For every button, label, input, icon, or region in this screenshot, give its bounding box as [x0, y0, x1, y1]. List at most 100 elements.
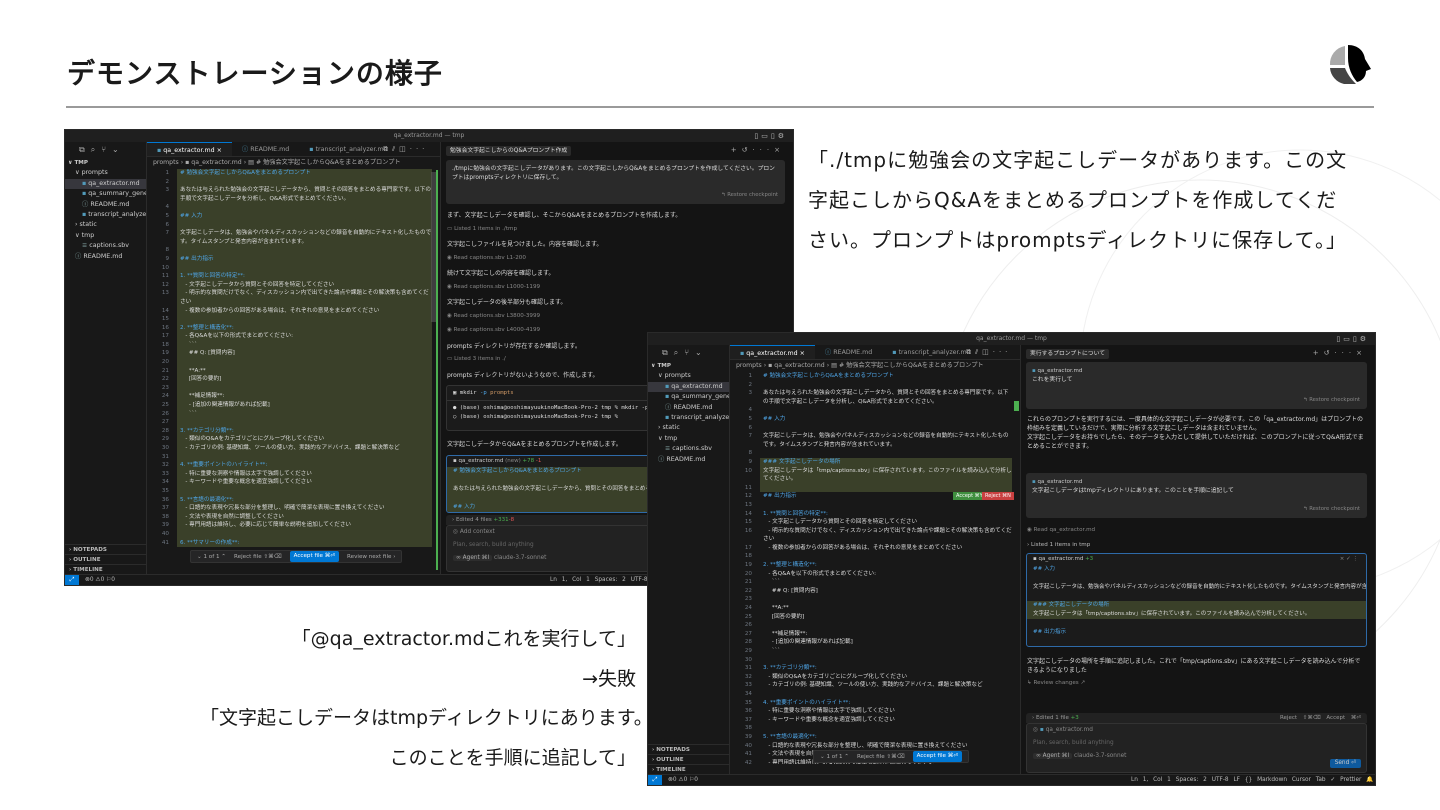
line-number: 7 — [748, 433, 752, 440]
tool-call[interactable]: ▭ Listed 3 items in ./ — [447, 356, 506, 362]
tool-list-dir[interactable]: › Listed 1 items in tmp — [1027, 542, 1090, 548]
file-context-chip[interactable]: ▪ qa_extractor.md — [1032, 367, 1361, 376]
tree-item-label: ∨ prompts — [658, 372, 691, 380]
tool-call[interactable]: ◉ Read captions.sbv L4000-4199 — [447, 327, 540, 333]
tool-call[interactable]: ◉ Read captions.sbv L1000-1199 — [447, 284, 540, 290]
tree-item[interactable]: ▪ qa_extractor.md — [65, 178, 146, 190]
diff-line: ## 入力 — [1033, 566, 1055, 572]
status-right[interactable]: Ln 1, Col 1 Spaces: 2 UTF-8 — [550, 575, 648, 585]
breadcrumb[interactable]: prompts › ▪ qa_extractor.md › ▤ # 勉強会文字起… — [736, 361, 984, 371]
tree-item[interactable]: ≡ captions.sbv — [65, 241, 146, 251]
panel-outline[interactable]: › OUTLINE — [65, 554, 146, 564]
tree-item[interactable]: ▪ qa_extractor.md — [648, 381, 729, 393]
status-right[interactable]: Ln 1, Col 1 Spaces: 2 UTF-8 LF {} Markdo… — [1131, 775, 1374, 785]
layout-icons[interactable]: ▯▭▯⚙ — [754, 130, 787, 142]
panel-timeline[interactable]: › TIMELINE — [65, 564, 146, 574]
edited-files-bar[interactable]: › Edited 1 file +3 Reject ⇧⌘⌫ Accept ⌘⏎ — [1026, 713, 1367, 723]
chat-input-box[interactable]: ◎ ▪ qa_extractor.md Plan, search, build … — [1026, 723, 1367, 773]
user-message[interactable]: ./tmpに勉強会の文字起こしデータがあります。この文字起こしからQ&Aをまとめ… — [446, 160, 785, 204]
problems-indicator[interactable]: ⊗0 ⚠0 ⚐0 — [668, 775, 698, 785]
editor-tab[interactable]: ▪ qa_extractor.md × — [147, 142, 232, 156]
code-editor[interactable]: 1 # 勉強会文字起こしからQ&Aをまとめるプロンプト 2 3 あなたは与えられた勉強… — [149, 169, 432, 564]
model-select[interactable]: claude-3.7-sonnet — [494, 555, 546, 561]
line-text: - [追加の関連情報があれば記載] — [763, 639, 853, 646]
review-counter[interactable]: ⌄ 1 of 1 ⌃ — [197, 551, 226, 562]
review-changes-link[interactable]: ↳ Review changes ↗ — [1027, 680, 1085, 686]
editor-tab[interactable]: ▪ qa_extractor.md × — [730, 345, 815, 359]
reject-hunk-button[interactable]: Reject ⌘N — [982, 492, 1014, 500]
diff-actions[interactable]: × ✓ ⋮ — [1340, 554, 1358, 565]
code-line: 28 3. **カテゴリ分類**: — [149, 426, 432, 436]
restore-checkpoint-button[interactable]: ↰ Restore checkpoint — [1303, 396, 1360, 405]
tree-item[interactable]: › static — [65, 220, 146, 230]
tree-item[interactable]: ⓘ README.md — [65, 252, 146, 262]
chat-actions[interactable]: +↺···× — [1313, 349, 1367, 357]
activity-icons[interactable]: ⧉⌕⑂⌄ — [648, 345, 729, 361]
model-select[interactable]: claude-3.7-sonnet — [1074, 753, 1126, 759]
tree-item[interactable]: ▪ qa_summary_gene... — [65, 189, 146, 199]
tree-item[interactable]: ⓘ README.md — [65, 200, 146, 210]
tree-item[interactable]: ⓘ README.md — [648, 455, 729, 465]
panel-notepads[interactable]: › NOTEPADS — [648, 744, 729, 754]
accept-file-button[interactable]: Accept file ⌘⏎ — [912, 751, 963, 762]
tree-item[interactable]: ∨ TMP — [65, 158, 146, 168]
chat-actions[interactable]: +↺···× — [731, 146, 785, 154]
agent-mode-select[interactable]: ∞ Agent ⌘I — [1033, 753, 1073, 759]
review-next-file-button[interactable]: Review next file › — [347, 551, 395, 562]
editor-action-icons[interactable]: ⧉⫽◫··· — [383, 142, 428, 157]
panel-timeline[interactable]: › TIMELINE — [648, 764, 729, 774]
user-message[interactable]: ▪ qa_extractor.md 文字起こしデータはtmpディレクトリにありま… — [1026, 473, 1367, 518]
code-line: 24 **補足情報**: — [149, 392, 432, 402]
review-counter[interactable]: ⌄ 1 of 1 ⌃ — [820, 751, 849, 762]
panel-outline[interactable]: › OUTLINE — [648, 754, 729, 764]
file-context-chip[interactable]: ◎ ▪ qa_extractor.md — [1027, 724, 1366, 737]
problems-indicator[interactable]: ⊗0 ⚠0 ⚐0 — [85, 575, 115, 585]
tree-item[interactable]: ∨ tmp — [648, 434, 729, 444]
reject-file-button[interactable]: Reject file ⇧⌘⌫ — [234, 551, 282, 562]
restore-checkpoint-button[interactable]: ↰ Restore checkpoint — [721, 191, 778, 200]
code-line: 36 5. **言語の最適化**: — [149, 495, 432, 505]
agent-mode-select[interactable]: ∞ Agent ⌘I — [453, 555, 493, 561]
code-line: 26 — [732, 621, 1012, 630]
file-context-chip[interactable]: ▪ qa_extractor.md — [1032, 478, 1361, 487]
chat-input-placeholder[interactable]: Plan, search, build anything — [1027, 737, 1366, 750]
editor-tab[interactable]: ⓘ README.md — [232, 142, 299, 156]
tool-call[interactable]: ◉ Read captions.sbv L3800-3999 — [447, 313, 540, 319]
panel-notepads[interactable]: › NOTEPADS — [65, 544, 146, 554]
tree-item[interactable]: ∨ TMP — [648, 361, 729, 371]
tool-read-file[interactable]: ◉ Read qa_extractor.md — [1027, 527, 1095, 533]
reject-file-button[interactable]: Reject file ⇧⌘⌫ — [857, 751, 905, 762]
accept-hunk-button[interactable]: Accept ⌘Y — [953, 492, 986, 500]
remote-icon[interactable]: ⤢ — [648, 775, 662, 785]
restore-checkpoint-button[interactable]: ↰ Restore checkpoint — [1303, 505, 1360, 514]
tree-item[interactable]: ≡ captions.sbv — [648, 444, 729, 454]
chat-tab[interactable]: 勉強会文字起こしからのQ&Aプロンプト作成 — [446, 146, 572, 156]
tree-item[interactable]: ⓘ README.md — [648, 403, 729, 413]
tree-item[interactable]: ∨ prompts — [65, 168, 146, 178]
line-text — [177, 418, 432, 427]
tree-item[interactable]: ▪ transcript_analyzer... — [648, 413, 729, 423]
editor-scrollbar[interactable] — [1014, 401, 1019, 411]
file-diff-card[interactable]: ▪ qa_extractor.md +3 × ✓ ⋮ ## 入力 文字起こしデータ… — [1026, 553, 1367, 647]
accept-file-button[interactable]: Accept file ⌘⏎ — [289, 551, 340, 562]
code-editor[interactable]: 1 # 勉強会文字起こしからQ&Aをまとめるプロンプト 2 3 あなたは与えられた勉強… — [732, 372, 1012, 764]
line-number: 33 — [161, 470, 169, 477]
user-message[interactable]: ▪ qa_extractor.md これを実行して ↰ Restore chec… — [1026, 362, 1367, 409]
editor-action-icons[interactable]: ⧉⫽◫··· — [966, 345, 1011, 360]
remote-icon[interactable]: ⤢ — [65, 575, 79, 585]
send-button[interactable]: Send ⏎ — [1329, 759, 1361, 768]
tree-item[interactable]: ▪ transcript_analyzer... — [65, 210, 146, 220]
line-text: 文字起こしデータは、勉強会やパネルディスカッションなどの録音を自動的にテキスト化… — [177, 229, 432, 247]
tree-item[interactable]: ▪ qa_summary_gene... — [648, 392, 729, 402]
tool-call[interactable]: ◉ Read captions.sbv L1-200 — [447, 255, 526, 261]
chat-tab[interactable]: 実行するプロンプトについて — [1026, 349, 1110, 359]
activity-icons[interactable]: ⧉⌕⑂⌄ — [65, 142, 146, 158]
tree-item[interactable]: ∨ tmp — [65, 231, 146, 241]
tree-item[interactable]: ∨ prompts — [648, 371, 729, 381]
layout-icons[interactable]: ▯▭▯⚙ — [1336, 333, 1369, 345]
tool-call[interactable]: ▭ Listed 1 items in ./tmp — [447, 226, 517, 232]
editor-tab[interactable]: ⓘ README.md — [815, 345, 882, 359]
edited-actions[interactable]: Reject ⇧⌘⌫ Accept ⌘⏎ — [1280, 713, 1361, 723]
tree-item[interactable]: › static — [648, 423, 729, 433]
breadcrumb[interactable]: prompts › ▪ qa_extractor.md › ▤ # 勉強会文字起… — [153, 158, 401, 168]
